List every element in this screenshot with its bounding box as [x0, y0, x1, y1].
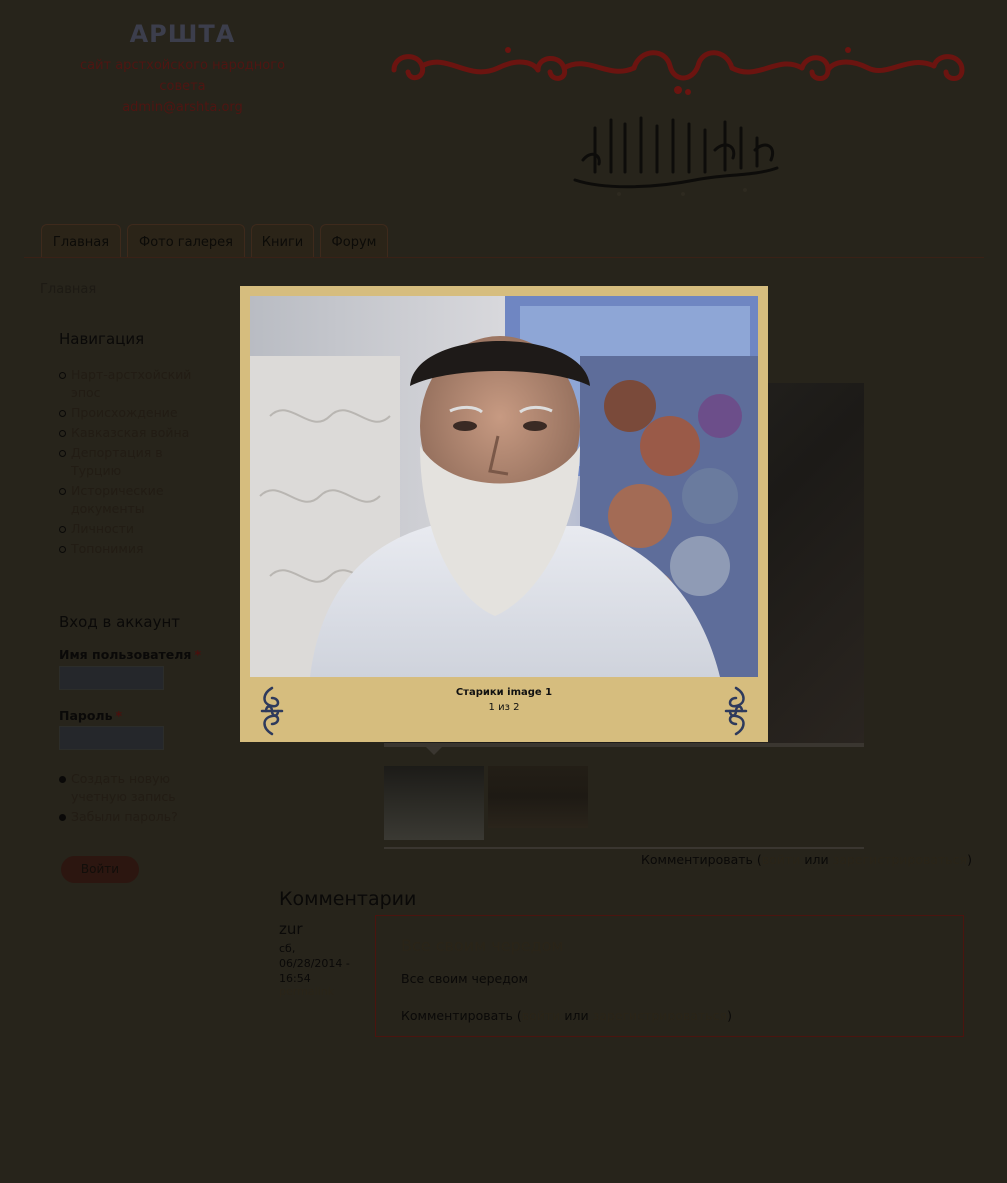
login-button[interactable]: Войти [61, 856, 139, 883]
paren-close: ) [727, 1008, 732, 1023]
paren-close: ) [967, 852, 972, 867]
tab-forum[interactable]: Форум [320, 224, 388, 258]
gallery-thumbnail[interactable] [488, 766, 588, 828]
forgot-password-label: Забыли пароль? [71, 809, 178, 824]
bullet-icon [59, 526, 66, 533]
bullet-icon [59, 546, 66, 553]
breadcrumb[interactable]: Главная [40, 282, 96, 297]
comments-title: Комментарии [279, 888, 417, 910]
create-account-link[interactable]: Создать новую учетную запись [59, 770, 209, 806]
password-label-text: Пароль [59, 708, 113, 723]
site-name[interactable]: АРШТА [60, 20, 305, 48]
comment-action[interactable]: Комментировать [641, 852, 753, 867]
nav-item-label: Личности [71, 521, 135, 536]
username-label: Имя пользователя * [59, 647, 201, 662]
nav-item-nart-epic[interactable]: Нарт-арстхойский эпос [59, 366, 209, 402]
lightbox: Старики image 1 1 из 2 [240, 286, 768, 742]
bullet-icon [59, 814, 66, 821]
bullet-icon [59, 372, 66, 379]
login-title: Вход в аккаунт [59, 613, 181, 631]
nav-item-label: Кавказская война [71, 425, 190, 440]
password-label: Пароль * [59, 708, 122, 723]
tab-photo-gallery[interactable]: Фото галерея [127, 224, 245, 258]
bullet-icon [59, 776, 66, 783]
comment-permalink[interactable]: permalink [279, 985, 334, 998]
nav-item-personalities[interactable]: Личности [59, 520, 209, 538]
nav-item-caucasian-war[interactable]: Кавказская война [59, 424, 209, 442]
nav-item-label: Происхождение [71, 405, 178, 420]
slogan-line-1: сайт арстхойского народного [79, 58, 286, 73]
tab-home[interactable]: Главная [41, 224, 121, 258]
gallery-photo-bar [384, 743, 864, 747]
site-slogan: сайт арстхойского народного совета admin… [60, 55, 305, 118]
comment-subject[interactable]: Все своим чередом [401, 936, 564, 955]
tab-books[interactable]: Книги [251, 224, 314, 258]
node-comment-links: Комментировать (войти или зарегистрирова… [641, 852, 972, 867]
navigation-menu: Нарт-арстхойский эпос Происхождение Кавк… [59, 366, 209, 560]
bullet-icon [59, 450, 66, 457]
slogan-line-2: совета [159, 79, 206, 94]
navigation-title: Навигация [59, 330, 145, 348]
or-text: или [564, 1008, 589, 1023]
bullet-icon [59, 488, 66, 495]
login-links: Создать новую учетную запись Забыли паро… [59, 770, 209, 828]
login-link[interactable]: войти [762, 852, 801, 867]
register-link[interactable]: зарегистрироваться [833, 852, 968, 867]
required-mark: * [115, 708, 123, 723]
comment-body: Все своим чередом [401, 971, 528, 986]
lightbox-caption: Старики image 1 [455, 687, 553, 698]
nav-item-historical-documents[interactable]: Исторические документы [59, 482, 209, 518]
nav-item-origin[interactable]: Происхождение [59, 404, 209, 422]
calligraphy-emblem [573, 116, 779, 196]
nav-item-label: Топонимия [71, 541, 144, 556]
comment-date: сб, 06/28/2014 - 16:54 [279, 942, 350, 985]
required-mark: * [194, 647, 201, 662]
bullet-icon [59, 430, 66, 437]
nav-item-label: Депортация в Турцию [71, 445, 163, 478]
header-ornament [391, 47, 965, 95]
forgot-password-link[interactable]: Забыли пароль? [59, 808, 209, 826]
lightbox-image[interactable] [250, 296, 758, 677]
register-link[interactable]: зарегистрироваться [593, 1008, 728, 1023]
content-separator [384, 847, 864, 849]
password-input[interactable] [59, 726, 164, 750]
or-text: или [804, 852, 829, 867]
comment-author[interactable]: zur [279, 920, 303, 938]
username-input[interactable] [59, 666, 164, 690]
username-label-text: Имя пользователя [59, 647, 192, 662]
create-account-label: Создать новую учетную запись [71, 771, 176, 804]
comment-action[interactable]: Комментировать [401, 1008, 513, 1023]
site-email[interactable]: admin@arshta.org [60, 97, 305, 118]
lightbox-counter: 1 из 2 [488, 702, 520, 713]
gallery-thumbnail[interactable] [384, 766, 484, 840]
login-link[interactable]: войти [522, 1008, 561, 1023]
tabs-divider [24, 257, 984, 258]
gallery-pointer-icon [424, 745, 444, 755]
nav-item-label: Исторические документы [71, 483, 164, 516]
bullet-icon [59, 410, 66, 417]
nav-item-label: Нарт-арстхойский эпос [71, 367, 192, 400]
comment-reply-links: Комментировать (войти или зарегистрирова… [401, 1008, 732, 1023]
nav-item-toponymy[interactable]: Топонимия [59, 540, 209, 558]
nav-item-deportation[interactable]: Депортация в Турцию [59, 444, 209, 480]
